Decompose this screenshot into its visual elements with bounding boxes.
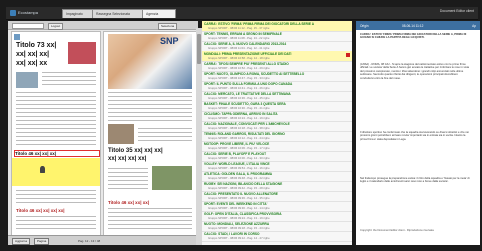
news-item-title: MOTOGP: PROVE LIBERE, IL PIU' VELOCE xyxy=(204,141,270,146)
article-panel: Origin 08-06-14 11:12 Ap CARRA': ESTIVO … xyxy=(356,21,480,245)
headline-3: xx| xx| xx xyxy=(16,60,48,67)
aggiorna-button[interactable]: Aggiorna xyxy=(12,238,31,245)
article-header: Origin 08-06-14 11:12 Ap xyxy=(356,21,480,30)
photo-red xyxy=(68,42,96,64)
cursor-icon xyxy=(40,166,45,173)
page-logo-image xyxy=(14,34,20,40)
top-bar: Ecostampa Impaginato Rassegna Selezionat… xyxy=(6,7,478,20)
right-headline-2: xx| xx| xx| xx| xyxy=(108,156,147,162)
news-item-title: SPORT: NUOTO, OLIMPICO A ROMA, SCUDETTO … xyxy=(204,71,305,76)
news-list: CARRA': ESTIVO 'FIRMA' PRIMA FIRMA DEI G… xyxy=(202,21,352,245)
article-source: Ap xyxy=(472,23,476,28)
scrollbar-thumb[interactable] xyxy=(197,34,201,64)
article-paragraph-3: Nel frattempo prosegue la preparazione e… xyxy=(360,177,470,184)
news-item-title: CARRA': TIFOSI SEMPRE PIU' PRESENTI ALLO… xyxy=(204,61,289,66)
right-headline-1: Titolo 35 xx| xx| xx| xyxy=(108,148,163,154)
page-search-input[interactable] xyxy=(12,23,44,29)
article-origin: Origin xyxy=(360,23,369,28)
news-item-title: BASKET: FINALE SCUDETTO, GARA 3 QUESTA S… xyxy=(204,101,286,106)
news-item-meta: Gruppo SPORT - 08/06 10:00 - Pag. 14 - 3… xyxy=(208,156,270,160)
news-item-title: CICLISMO: TAPPA ODIERNA, ARRIVO IN SALIT… xyxy=(204,111,278,116)
news-item-meta: Gruppo SPORT - 08/06 09:12 - Pag. 14 - 2… xyxy=(208,236,270,240)
news-item-meta: Gruppo SPORT - 08/06 11:12 - Pag. 15 - 3… xyxy=(208,26,270,30)
news-item-title: CALCIO: NAZIONALE, CONVOCATI PER L'AMICH… xyxy=(204,121,290,126)
logout-button[interactable]: Logout xyxy=(48,22,64,30)
news-item-meta: Gruppo SPORT - 08/06 09:30 - Pag. 12 - 1… xyxy=(208,206,270,210)
news-item-meta: Gruppo SPORT - 08/06 10:30 - Pag. 15 - 2… xyxy=(208,106,270,110)
news-item-meta: Gruppo SPORT - 08/06 10:36 - Pag. 12 - 4… xyxy=(208,96,270,100)
flag-icon[interactable] xyxy=(346,53,350,57)
news-item-meta: Gruppo SPORT - 08/06 09:42 - Pag. 15 - 2… xyxy=(208,186,270,190)
preview-toolbar: Logout Seleziona xyxy=(8,21,198,30)
news-item-title: CALCIO: MERCATO, LE TRATTATIVE DELLA SET… xyxy=(204,91,291,96)
logo-icon xyxy=(10,9,16,16)
pagina-button[interactable]: Pagina xyxy=(34,238,50,245)
news-item-meta: Gruppo SPORT - 08/06 09:36 - Pag. 14 - 3… xyxy=(208,196,270,200)
news-item-title: TENNIS: ROLAND GARROS, RISULTATI DEL GIO… xyxy=(204,131,285,136)
news-item-meta: Gruppo SPORT - 08/06 10:24 - Pag. 14 - 1… xyxy=(208,116,270,120)
news-item-meta: Gruppo SPORT - 08/06 10:41 - Pag. 13 - 2… xyxy=(208,86,270,90)
logo-text: Ecostampa xyxy=(18,10,39,15)
tennis-photo xyxy=(108,34,192,89)
news-item-meta: Gruppo SPORT - 08/06 11:08 - Pag. 13 - 2… xyxy=(208,36,270,40)
news-item-meta: Gruppo SPORT - 08/06 10:47 - Pag. 15 - 3… xyxy=(208,76,270,80)
news-item-title: CALCIO: STADI, I LAVORI IN CORSO xyxy=(204,231,260,236)
article-paragraph-2: Il direttore sportivo ha confermato che … xyxy=(360,131,469,141)
article-title: CARRA': ESTIVO 'FIRMA' PRIMA FIRMA DEI G… xyxy=(360,33,467,40)
news-item-meta: Gruppo SPORT - 08/06 11:04 - Pag. 12 - 4… xyxy=(208,46,270,50)
tab-rassegna[interactable]: Rassegna Selezionata xyxy=(92,9,146,18)
news-item-title: MONDIALI: PRIMA PRESENTAZIONE UFFICIALE … xyxy=(204,51,292,56)
headline-1: Titolo 73 xx| xyxy=(16,42,57,49)
tab-agenzia[interactable]: Agenzia xyxy=(142,9,176,18)
selected-article-overlay[interactable] xyxy=(12,158,100,186)
page-preview-panel: Logout Seleziona Titolo 73 xx| xx| xx| x… xyxy=(8,21,198,245)
photo-portrait xyxy=(108,124,134,144)
news-item-title: RUGBY: SEI NAZIONI, BILANCIO DELLA STAGI… xyxy=(204,181,283,186)
headline-2: xx| xx| xx| xyxy=(16,51,50,58)
tab-impaginato[interactable]: Impaginato xyxy=(62,9,96,18)
app-logo: Ecostampa xyxy=(10,9,38,16)
news-item-title: NUOTO: MONDIALI, SELEZIONE AZZURRA xyxy=(204,221,270,226)
news-item-title: CALCIO: SERIE B, PLAYOFF E PLAYOUT xyxy=(204,151,267,156)
news-item-title: CALCIO: SERIE A, IL NUOVO CALENDARIO 201… xyxy=(204,41,287,46)
news-item-meta: Gruppo SPORT - 08/06 09:24 - Pag. 13 - 1… xyxy=(208,216,270,220)
news-item-title: SPORT: EVENTI DEL WEEKEND IN CITTA' xyxy=(204,201,268,206)
user-label: Document Editor client xyxy=(439,9,474,13)
article-footer: Copyright: the Document Editor client - … xyxy=(360,229,434,232)
news-item-title: ATLETICA: GOLDEN GALA, IL PROGRAMMA xyxy=(204,171,273,176)
preview-bottom-bar: Aggiorna Pagina Pag. 12 - 13 / 48 xyxy=(8,235,198,245)
news-list-item[interactable]: CALCIO: STADI, I LAVORI IN CORSO Gruppo S… xyxy=(202,231,352,242)
news-item-meta: Gruppo SPORT - 08/06 09:54 - Pag. 12 - 1… xyxy=(208,166,270,170)
photo-small xyxy=(16,72,38,88)
news-item-title: SPORT: IL PUNTO SULLA FORMULA UNO DOPO C… xyxy=(204,81,293,86)
headline-4: Titolo 46 xx| xx| xx| xyxy=(14,150,100,157)
news-item-meta: Gruppo SPORT - 08/06 09:48 - Pag. 13 - 2… xyxy=(208,176,270,180)
news-item-meta: Gruppo SPORT - 08/06 10:18 - Pag. 12 - 3… xyxy=(208,126,270,130)
news-item-meta: Gruppo SPORT - 08/06 10:52 - Pag. 14 - 2… xyxy=(208,66,270,70)
page-status: Pag. 12 - 13 / 48 xyxy=(78,239,101,243)
news-item-meta: Gruppo SPORT - 08/06 10:06 - Pag. 15 - 1… xyxy=(208,146,270,150)
news-item-title: VOLLEY: WORLD LEAGUE, L'ITALIA VINCE xyxy=(204,161,270,166)
news-item-meta: Gruppo SPORT - 08/06 10:12 - Pag. 13 - 2… xyxy=(208,136,270,140)
news-item-title: SPORT: TENNIS, ERRANI A SEGNO IN SEMIFIN… xyxy=(204,31,282,36)
news-item-title: GOLF: OPEN D'ITALIA, CLASSIFICA PROVVISO… xyxy=(204,211,282,216)
newspaper-page-right[interactable]: SNP Titolo 35 xx| xx| xx| xx| xx| xx| xx… xyxy=(103,31,197,237)
snp-badge: SNP xyxy=(160,36,179,46)
photo-field xyxy=(152,166,192,190)
select-button[interactable]: Seleziona xyxy=(158,22,178,30)
article-paragraph-1: (ANSA) - ROMA, 08 GIU - Si apre la stagi… xyxy=(360,63,469,80)
article-datetime: 08-06-14 11:12 xyxy=(402,23,424,28)
newspaper-page-left[interactable]: Titolo 73 xx| xx| xx| xx| xx| xx| xx Tit… xyxy=(11,31,101,237)
right-headline-3: Titolo 46 xx| xx| xx| xyxy=(108,200,149,205)
news-item-title: CALCIO: PRESENTATO IL NUOVO ALLENATORE xyxy=(204,191,278,196)
headline-5: Titolo 46 xx| xx| xx| xx| xyxy=(16,208,65,213)
news-item-meta: Gruppo SPORT - 08/06 09:18 - Pag. 15 - 2… xyxy=(208,226,270,230)
news-item-title: CARRA': ESTIVO 'FIRMA' PRIMA FIRMA DEI G… xyxy=(204,21,315,26)
news-item-meta: Gruppo SPORT - 08/06 10:58 - Pag. 12 - 1… xyxy=(208,56,270,60)
